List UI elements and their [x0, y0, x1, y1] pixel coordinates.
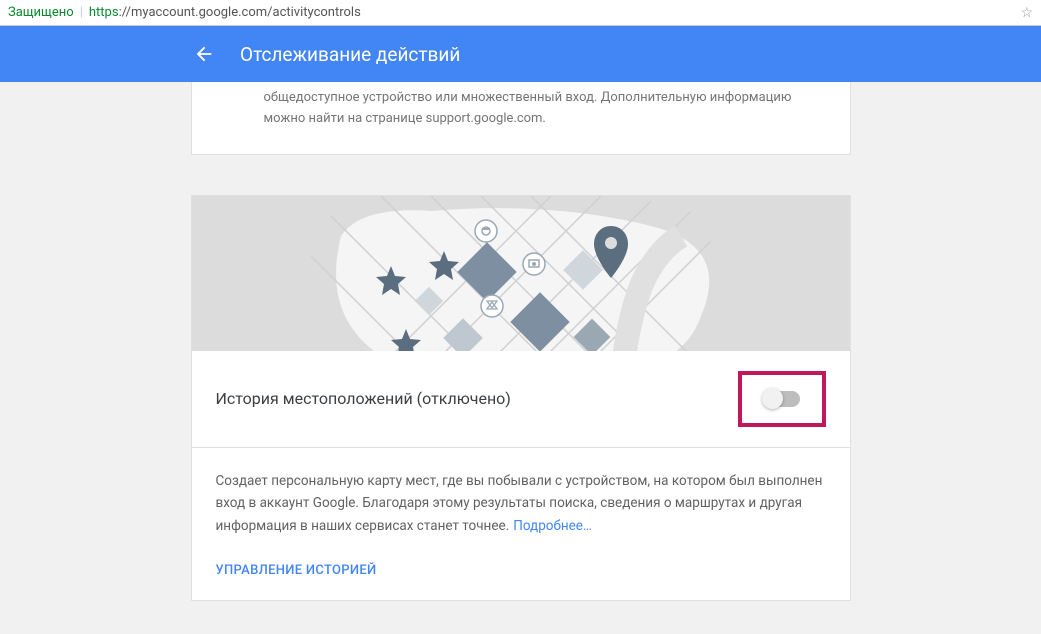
card-container: общедоступное устройство или множественн… [191, 82, 851, 601]
manage-history-link[interactable]: УПРАВЛЕНИЕ ИСТОРИЕЙ [216, 563, 377, 578]
learn-more-link[interactable]: Подробнее… [513, 518, 592, 534]
page-title: Отслеживание действий [240, 43, 460, 66]
card-title-row: История местоположений (отключено) [192, 351, 850, 448]
url-protocol: https [89, 5, 119, 20]
map-illustration [192, 196, 850, 351]
bookmark-star-icon[interactable]: ☆ [1020, 5, 1033, 21]
app-header: Отслеживание действий [0, 26, 1041, 82]
url-path: ://myaccount.google.com/activitycontrols [119, 5, 361, 20]
location-history-card: История местоположений (отключено) Созда… [191, 195, 851, 602]
previous-card-footer: общедоступное устройство или множественн… [191, 82, 851, 155]
back-button[interactable] [184, 34, 224, 74]
toggle-thumb [762, 388, 783, 409]
arrow-back-icon [193, 43, 215, 65]
secure-label: Защищено [8, 5, 74, 20]
toggle-highlight-box [738, 371, 826, 427]
browser-address-bar: Защищено | https://myaccount.google.com/… [0, 0, 1041, 26]
location-history-title: История местоположений (отключено) [216, 389, 511, 408]
url[interactable]: https://myaccount.google.com/activitycon… [89, 5, 361, 20]
separator: | [80, 5, 83, 20]
previous-card-text: общедоступное устройство или множественн… [264, 88, 818, 130]
card-body: Создает персональную карту мест, где вы … [192, 448, 850, 601]
content-area: общедоступное устройство или множественн… [0, 82, 1041, 634]
location-history-toggle[interactable] [764, 391, 800, 407]
